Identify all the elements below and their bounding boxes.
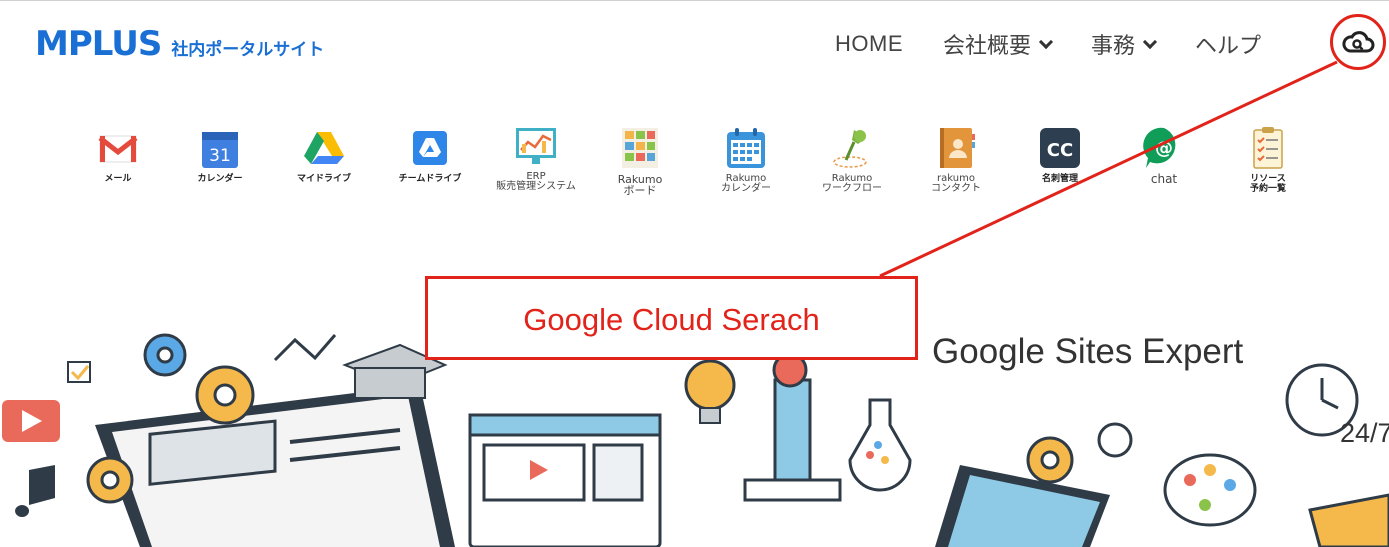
nav-home-label: HOME bbox=[835, 31, 903, 56]
app-rakumo-calendar[interactable]: Rakumo カレンダー bbox=[706, 124, 786, 194]
app-rakumo-board[interactable]: Rakumo ボード bbox=[600, 124, 680, 196]
app-chat[interactable]: @ chat bbox=[1124, 124, 1204, 185]
rakumo-calendar-icon bbox=[727, 128, 765, 168]
app-gmail[interactable]: メール bbox=[78, 124, 158, 185]
chat-icon: @ bbox=[1143, 127, 1176, 168]
callout-box: Google Cloud Serach bbox=[425, 276, 918, 360]
logo-subtitle: 社内ポータルサイト bbox=[171, 40, 325, 60]
erp-icon bbox=[516, 128, 556, 164]
app-label: ERP 販売管理システム bbox=[496, 171, 576, 192]
drive-icon bbox=[304, 132, 344, 164]
app-rakumo-contact[interactable]: rakumo コンタクト bbox=[916, 124, 996, 194]
logo-text: MPLUS bbox=[35, 24, 162, 64]
card-management-icon: CC bbox=[1040, 128, 1080, 168]
app-label: Rakumo カレンダー bbox=[721, 173, 771, 194]
chevron-down-icon bbox=[1142, 34, 1158, 50]
nav-home[interactable]: HOME bbox=[835, 31, 903, 57]
rakumo-board-icon bbox=[622, 128, 658, 168]
app-label: カレンダー bbox=[197, 174, 243, 184]
callout-text: Google Cloud Serach bbox=[523, 302, 820, 337]
svg-text:31: 31 bbox=[209, 146, 231, 166]
app-label: チームドライブ bbox=[398, 174, 462, 184]
app-team-drive[interactable]: チームドライブ bbox=[390, 124, 470, 185]
app-card-management[interactable]: CC 名刺管理 bbox=[1020, 124, 1100, 185]
top-border bbox=[0, 0, 1389, 1]
app-calendar[interactable]: 31 カレンダー bbox=[180, 124, 260, 185]
app-label: Rakumo ワークフロー bbox=[822, 173, 882, 194]
app-my-drive[interactable]: マイドライブ bbox=[284, 124, 364, 185]
cloud-search-icon bbox=[1342, 31, 1375, 53]
app-erp[interactable]: ERP 販売管理システム bbox=[496, 124, 576, 192]
app-shortcuts: メール 31 カレンダー マイドライブ チームドライブ ERP 販売管理システム… bbox=[88, 124, 1318, 204]
resource-icon bbox=[1253, 127, 1283, 169]
svg-text:@: @ bbox=[1155, 138, 1173, 159]
nav-company-label: 会社概要 bbox=[943, 33, 1032, 58]
app-label: リソース 予約一覧 bbox=[1249, 174, 1286, 194]
hero-title: Google Sites Expert bbox=[932, 332, 1244, 371]
hero-side-text: 24/7 bbox=[1340, 418, 1389, 448]
team-drive-icon bbox=[413, 131, 447, 165]
gmail-icon bbox=[98, 135, 138, 163]
app-label: メール bbox=[104, 174, 132, 184]
app-label: Rakumo ボード bbox=[617, 173, 663, 197]
main-nav: HOME 会社概要 事務 ヘルプ bbox=[835, 28, 1261, 60]
app-label: 名刺管理 bbox=[1041, 174, 1078, 184]
nav-help[interactable]: ヘルプ bbox=[1195, 28, 1261, 60]
rakumo-workflow-icon bbox=[833, 130, 867, 168]
nav-jimu-label: 事務 bbox=[1091, 33, 1136, 58]
app-label: chat bbox=[1150, 172, 1178, 186]
cloud-search-button[interactable] bbox=[1330, 14, 1386, 70]
site-logo[interactable]: MPLUS 社内ポータルサイト bbox=[35, 24, 324, 64]
app-label: マイドライブ bbox=[296, 174, 351, 184]
app-rakumo-workflow[interactable]: Rakumo ワークフロー bbox=[812, 124, 892, 194]
svg-text:CC: CC bbox=[1047, 140, 1073, 161]
nav-company-dropdown[interactable]: 会社概要 bbox=[943, 28, 1054, 60]
rakumo-contact-icon bbox=[940, 128, 975, 168]
calendar-icon: 31 bbox=[202, 132, 238, 168]
nav-jimu-dropdown[interactable]: 事務 bbox=[1091, 28, 1158, 60]
app-label: rakumo コンタクト bbox=[931, 173, 981, 194]
chevron-down-icon bbox=[1038, 34, 1054, 50]
laptop-illustration bbox=[95, 385, 455, 547]
nav-help-label: ヘルプ bbox=[1195, 33, 1262, 58]
app-resource[interactable]: リソース 予約一覧 bbox=[1228, 124, 1308, 194]
